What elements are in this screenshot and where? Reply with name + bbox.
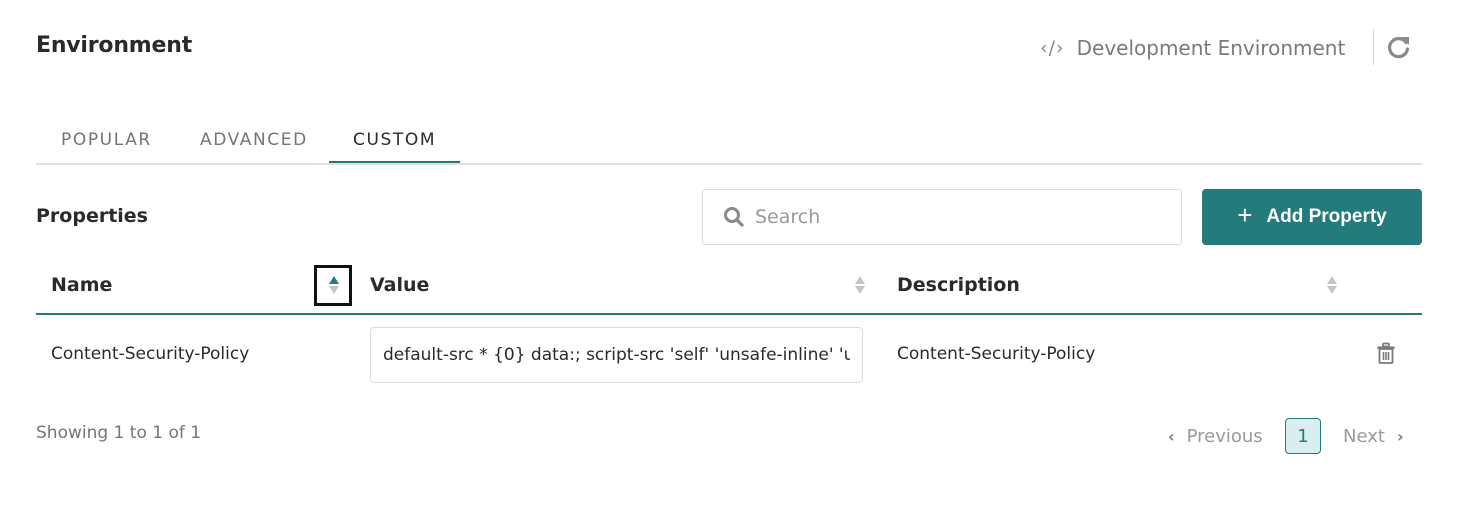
tab-custom[interactable]: CUSTOM <box>353 130 436 150</box>
table-header: Name Value Description <box>36 262 1422 315</box>
previous-button[interactable]: ‹ Previous <box>1168 418 1263 454</box>
previous-label: Previous <box>1186 425 1263 447</box>
page-1-button[interactable]: 1 <box>1285 418 1321 454</box>
table-row: Content-Security-Policy Content-Security… <box>36 315 1422 395</box>
chevron-right-icon: › <box>1396 426 1404 446</box>
next-label: Next <box>1343 425 1385 447</box>
environment-label: Development Environment <box>1076 36 1346 60</box>
delete-button[interactable] <box>1376 342 1396 366</box>
add-property-button[interactable]: + Add Property <box>1202 189 1422 245</box>
sort-value-icon[interactable] <box>853 274 867 296</box>
tab-bar: POPULAR ADVANCED CUSTOM <box>36 118 1422 165</box>
refresh-icon <box>1388 37 1410 59</box>
search-input[interactable] <box>755 206 1155 228</box>
refresh-button[interactable] <box>1385 33 1413 61</box>
properties-table: Name Value Description Content-Security-… <box>36 262 1422 395</box>
tab-advanced[interactable]: ADVANCED <box>200 130 308 150</box>
environment-indicator: ‹/› Development Environment <box>1040 33 1345 63</box>
pagination-summary: Showing 1 to 1 of 1 <box>36 423 202 443</box>
header-divider <box>1373 29 1374 65</box>
property-value-input[interactable] <box>370 327 863 383</box>
sort-description-icon[interactable] <box>1325 274 1339 296</box>
next-button[interactable]: Next › <box>1343 418 1404 454</box>
property-name: Content-Security-Policy <box>51 344 250 364</box>
search-field[interactable] <box>702 189 1182 245</box>
property-description: Content-Security-Policy <box>897 344 1096 364</box>
search-icon <box>724 207 744 227</box>
trash-icon <box>1377 342 1395 364</box>
properties-title: Properties <box>36 205 148 227</box>
page-title: Environment <box>36 33 193 58</box>
sort-name-icon[interactable] <box>327 274 341 296</box>
add-property-label: Add Property <box>1266 206 1387 227</box>
plus-icon: + <box>1237 199 1253 230</box>
code-icon: ‹/› <box>1040 37 1065 59</box>
column-header-value[interactable]: Value <box>370 274 429 296</box>
tab-popular[interactable]: POPULAR <box>61 130 152 150</box>
column-header-name[interactable]: Name <box>51 274 112 296</box>
active-tab-indicator <box>329 161 460 163</box>
chevron-left-icon: ‹ <box>1168 426 1175 446</box>
column-header-description[interactable]: Description <box>897 274 1020 296</box>
